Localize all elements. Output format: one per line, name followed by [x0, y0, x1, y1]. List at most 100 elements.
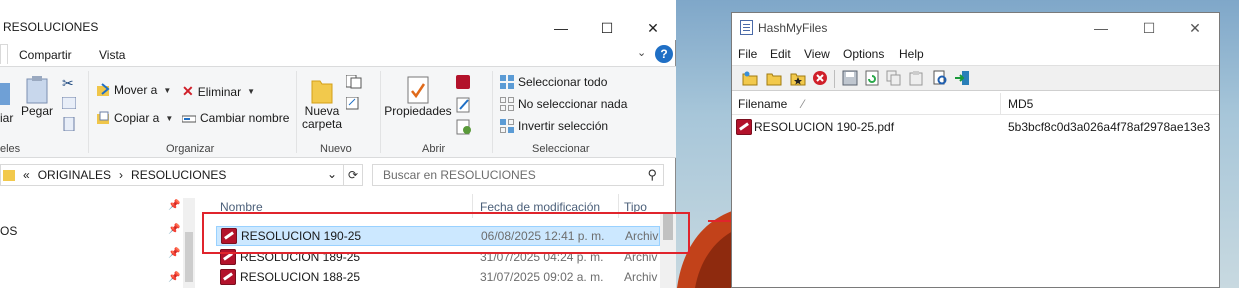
copy-icon[interactable]	[886, 70, 902, 86]
pin-icon[interactable]: 📌	[168, 200, 180, 211]
toolbar	[732, 65, 1219, 91]
hashmyfiles-app-icon	[740, 20, 753, 35]
menu-view[interactable]: View	[804, 47, 830, 61]
select-none-button[interactable]: No seleccionar nada	[500, 97, 627, 111]
tab-compartir[interactable]: Compartir	[19, 48, 72, 62]
clipboard-icon	[26, 76, 48, 104]
edit-icon[interactable]	[456, 97, 472, 113]
address-overflow[interactable]: «	[23, 168, 30, 182]
tab-inicio[interactable]	[0, 44, 8, 64]
rename-button[interactable]: Cambiar nombre	[182, 111, 289, 125]
address-bar-row: « ORIGINALES › RESOLUCIONES ⌄ ⟳ Buscar e…	[0, 162, 676, 190]
properties-icon[interactable]	[908, 70, 924, 86]
breadcrumb-resoluciones[interactable]: RESOLUCIONES	[131, 168, 226, 182]
refresh-button[interactable]: ⟳	[343, 164, 363, 186]
title-bar: RESOLUCIONES — ☐ ✕	[0, 0, 676, 40]
search-icon[interactable]: ⚲	[647, 167, 657, 183]
invert-selection-button[interactable]: Invertir selección	[500, 119, 608, 133]
file-date: 31/07/2025 09:02 a. m.	[480, 270, 604, 284]
new-item-icon[interactable]	[346, 75, 368, 89]
menu-help[interactable]: Help	[899, 47, 924, 61]
close-button[interactable]: ✕	[1172, 13, 1218, 43]
find-icon[interactable]	[932, 70, 948, 86]
file-row[interactable]: RESOLUCION 188-25 31/07/2025 09:02 a. m.…	[216, 267, 660, 287]
copy-to-label: Copiar a	[114, 111, 160, 125]
nav-scrollbar-thumb[interactable]	[185, 232, 193, 282]
ribbon-tabs: Compartir Vista	[0, 42, 676, 66]
pin-icon[interactable]: 📌	[168, 248, 180, 259]
save-icon[interactable]	[842, 70, 858, 86]
delete-button[interactable]: ✕ Eliminar ▼	[182, 83, 255, 100]
move-to-label: Mover a	[114, 83, 158, 97]
hash-md5-value: 5b3bcf8c0d3a026a4f78af2978ae13e3	[1008, 120, 1211, 134]
paste-label: Pegar	[20, 104, 54, 118]
maximize-button[interactable]: ☐	[584, 14, 630, 42]
properties-button[interactable]: Propiedades	[384, 75, 452, 118]
invert-selection-label: Invertir selección	[518, 119, 609, 133]
favorite-folder-icon[interactable]	[790, 70, 806, 86]
chevron-down-icon[interactable]: ⌄	[327, 167, 337, 181]
pin-icon[interactable]: 📌	[168, 272, 180, 283]
select-all-label: Seleccionar todo	[518, 75, 608, 89]
address-bar[interactable]: « ORIGINALES › RESOLUCIONES ⌄	[0, 164, 344, 186]
menu-bar: File Edit View Options Help	[732, 43, 1219, 65]
ribbon: iar Pegar ✂ eles Mover a ▼ Copiar a ▼ ✕ El…	[0, 66, 676, 158]
minimize-button[interactable]: —	[1078, 13, 1124, 43]
help-button[interactable]: ?	[655, 45, 673, 63]
column-header-md5[interactable]: MD5	[1008, 97, 1033, 111]
minimize-button[interactable]: —	[538, 14, 584, 42]
group-separator	[492, 71, 493, 153]
clipboard-button-partial[interactable]: iar	[0, 111, 13, 125]
refresh-icon[interactable]	[864, 70, 880, 86]
select-none-icon	[500, 97, 514, 111]
group-separator	[296, 71, 297, 153]
nav-item[interactable]: OS	[0, 224, 17, 238]
add-folder-icon[interactable]	[766, 70, 782, 86]
file-type: Archiv	[624, 270, 658, 284]
column-separator[interactable]	[1000, 93, 1001, 115]
breadcrumb-originales[interactable]: ORIGINALES	[38, 168, 111, 182]
new-folder-button[interactable]: Nueva carpeta	[300, 75, 344, 131]
close-button[interactable]: ✕	[630, 14, 676, 42]
window-title: HashMyFiles	[758, 21, 828, 35]
maximize-button[interactable]: ☐	[1126, 13, 1172, 43]
dropdown-caret-icon: ▼	[247, 87, 255, 96]
select-all-button[interactable]: Seleccionar todo	[500, 75, 607, 89]
open-icon[interactable]	[456, 75, 478, 89]
delete-x-icon: ✕	[182, 83, 194, 99]
tab-vista[interactable]: Vista	[99, 48, 125, 62]
new-folder-label: Nueva carpeta	[301, 104, 343, 131]
hash-filename: RESOLUCION 190-25.pdf	[754, 120, 895, 134]
sort-indicator-icon: ⁄	[802, 97, 805, 111]
group-label-abrir: Abrir	[422, 143, 446, 155]
search-input[interactable]: Buscar en RESOLUCIONES ⚲	[372, 164, 664, 186]
delete-label: Eliminar	[197, 84, 242, 99]
pin-icon[interactable]: 📌	[168, 224, 180, 235]
exit-icon[interactable]	[954, 70, 970, 86]
hash-row[interactable]: RESOLUCION 190-25.pdf 5b3bcf8c0d3a026a4f…	[732, 117, 1219, 137]
menu-options[interactable]: Options	[843, 47, 884, 61]
paste-shortcut-icon[interactable]	[62, 117, 76, 131]
cut-icon[interactable]: ✂	[62, 75, 74, 92]
title-bar: HashMyFiles — ☐ ✕	[732, 13, 1219, 43]
copy-path-icon[interactable]	[62, 97, 76, 109]
file-name: RESOLUCION 188-25	[240, 270, 361, 284]
easy-access-icon[interactable]	[346, 97, 368, 111]
menu-file[interactable]: File	[738, 47, 757, 61]
copy-to-button[interactable]: Copiar a ▼	[96, 111, 173, 125]
add-files-icon[interactable]	[742, 70, 758, 86]
move-to-button[interactable]: Mover a ▼	[96, 83, 171, 97]
chevron-down-icon[interactable]: ⌄	[637, 46, 646, 59]
menu-edit[interactable]: Edit	[770, 47, 791, 61]
rename-label: Cambiar nombre	[200, 111, 290, 125]
window-title: RESOLUCIONES	[3, 20, 99, 34]
group-label-organizar: Organizar	[166, 143, 215, 155]
remove-icon[interactable]	[812, 70, 828, 86]
select-all-icon	[500, 75, 514, 89]
breadcrumb-separator[interactable]: ›	[119, 168, 123, 182]
history-icon[interactable]	[456, 119, 472, 135]
pdf-file-icon	[220, 269, 236, 285]
navigation-pane: 📌 OS 📌 📌 📌	[0, 192, 196, 288]
paste-button[interactable]: Pegar	[20, 75, 54, 118]
column-header-filename[interactable]: Filename	[738, 97, 787, 111]
